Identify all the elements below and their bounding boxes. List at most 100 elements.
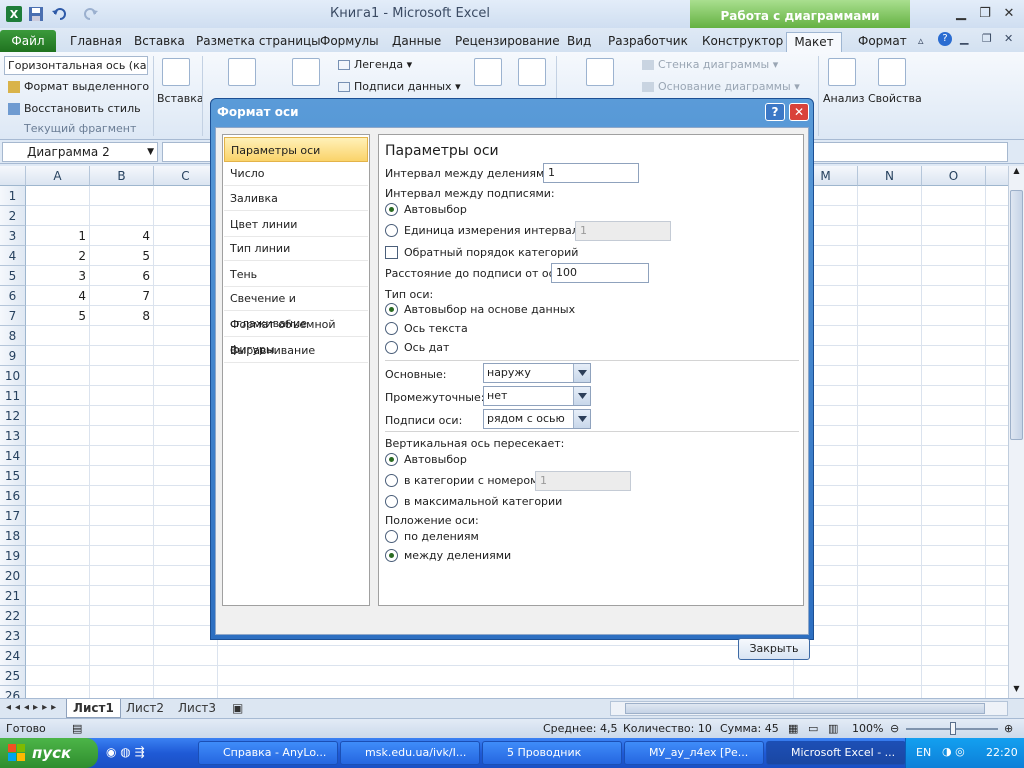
sheet-tab-1[interactable]: Лист1 xyxy=(66,699,121,718)
tab-page-layout[interactable]: Разметка страницы xyxy=(192,32,325,52)
page-break-view-icon[interactable]: ▥ xyxy=(828,722,838,735)
insert-sheet-icon[interactable]: ▣ xyxy=(226,699,249,718)
horizontal-scrollbar[interactable] xyxy=(610,701,1008,716)
position-on-ticks-radio[interactable] xyxy=(385,530,398,543)
analysis-icon[interactable] xyxy=(828,58,856,86)
axis-titles-icon[interactable] xyxy=(292,58,320,86)
row-header[interactable]: 7 xyxy=(0,306,26,326)
zoom-out-icon[interactable]: ⊖ xyxy=(890,722,899,735)
close-window-button[interactable]: ✕ xyxy=(998,4,1020,22)
cell[interactable]: 8 xyxy=(90,306,154,326)
row-header[interactable]: 21 xyxy=(0,586,26,606)
scroll-thumb[interactable] xyxy=(1010,190,1023,440)
row-header[interactable]: 23 xyxy=(0,626,26,646)
data-labels-button[interactable]: Подписи данных ▾ xyxy=(338,80,461,93)
cell[interactable]: 1 xyxy=(26,226,90,246)
label-unit-radio[interactable] xyxy=(385,224,398,237)
gridlines-icon[interactable] xyxy=(518,58,546,86)
row-header[interactable]: 5 xyxy=(0,266,26,286)
cell[interactable]: 7 xyxy=(90,286,154,306)
axis-type-auto-radio[interactable] xyxy=(385,303,398,316)
tab-view[interactable]: Вид xyxy=(563,32,595,52)
wb-close-icon[interactable]: ✕ xyxy=(1004,32,1013,45)
row-header[interactable]: 9 xyxy=(0,346,26,366)
tab-design[interactable]: Конструктор xyxy=(698,32,787,52)
quick-launch-icons[interactable]: ◉ ◍ ⇶ xyxy=(106,745,145,759)
sheet-tab-2[interactable]: Лист2 xyxy=(120,699,170,718)
select-all-corner[interactable] xyxy=(0,166,26,186)
sheet-tab-3[interactable]: Лист3 xyxy=(172,699,222,718)
tick-interval-input[interactable]: 1 xyxy=(543,163,639,183)
insert-label[interactable]: Вставка xyxy=(157,92,204,105)
properties-label[interactable]: Свойства xyxy=(868,92,922,105)
minimize-button[interactable]: ▁ xyxy=(950,4,972,22)
row-header[interactable]: 3 xyxy=(0,226,26,246)
tab-developer[interactable]: Разработчик xyxy=(604,32,692,52)
cross-auto-radio[interactable] xyxy=(385,453,398,466)
row-header[interactable]: 4 xyxy=(0,246,26,266)
format-selection-button[interactable]: Формат выделенного xyxy=(8,80,149,93)
properties-icon[interactable] xyxy=(878,58,906,86)
row-header[interactable]: 20 xyxy=(0,566,26,586)
reset-style-button[interactable]: Восстановить стиль xyxy=(8,102,141,115)
axis-type-text-radio[interactable] xyxy=(385,322,398,335)
category-axis-options[interactable]: Параметры оси xyxy=(224,137,368,162)
legend-button[interactable]: Легенда ▾ xyxy=(338,58,412,71)
task-item[interactable]: Справка - AnyLo... xyxy=(198,741,338,765)
row-header[interactable]: 1 xyxy=(0,186,26,206)
wb-restore-icon[interactable]: ❐ xyxy=(982,32,992,45)
row-header[interactable]: 14 xyxy=(0,446,26,466)
tab-formulas[interactable]: Формулы xyxy=(316,32,383,52)
chart-title-icon[interactable] xyxy=(228,58,256,86)
category-glow[interactable]: Свечение и сглаживание xyxy=(224,286,368,330)
close-button[interactable]: Закрыть xyxy=(738,638,810,660)
row-header[interactable]: 16 xyxy=(0,486,26,506)
row-header[interactable]: 22 xyxy=(0,606,26,626)
chart-wall-button[interactable]: Стенка диаграммы ▾ xyxy=(642,58,778,71)
position-between-radio[interactable] xyxy=(385,549,398,562)
major-tick-select[interactable]: наружу xyxy=(483,363,591,383)
cell[interactable]: 2 xyxy=(26,246,90,266)
tray-icons[interactable]: ◑ ◎ xyxy=(942,745,965,758)
analysis-label[interactable]: Анализ xyxy=(823,92,865,105)
name-box[interactable]: Диаграмма 2 ▼ xyxy=(2,142,158,162)
cross-max-radio[interactable] xyxy=(385,495,398,508)
column-header[interactable]: N xyxy=(858,166,922,186)
cell[interactable]: 6 xyxy=(90,266,154,286)
category-3d-format[interactable]: Формат объемной фигуры xyxy=(224,312,368,356)
scroll-down-icon[interactable]: ▼ xyxy=(1010,684,1023,698)
label-unit-input[interactable]: 1 xyxy=(575,221,671,241)
zoom-level[interactable]: 100% xyxy=(852,722,883,735)
cell[interactable]: 3 xyxy=(26,266,90,286)
row-header[interactable]: 18 xyxy=(0,526,26,546)
task-item[interactable]: 5 Проводник xyxy=(482,741,622,765)
category-alignment[interactable]: Выравнивание xyxy=(224,338,368,363)
scroll-up-icon[interactable]: ▲ xyxy=(1010,166,1023,180)
label-distance-input[interactable]: 100 xyxy=(551,263,649,283)
column-header[interactable]: B xyxy=(90,166,154,186)
chart-elements-combo[interactable]: Горизонтальная ось (ка xyxy=(4,56,148,75)
close-icon[interactable]: ✕ xyxy=(789,103,809,121)
reverse-order-checkbox[interactable] xyxy=(385,246,398,259)
axis-type-date-radio[interactable] xyxy=(385,341,398,354)
cell[interactable]: 5 xyxy=(90,246,154,266)
restore-button[interactable]: ❐ xyxy=(974,4,996,22)
row-header[interactable]: 6 xyxy=(0,286,26,306)
row-header[interactable]: 24 xyxy=(0,646,26,666)
plot-area-icon[interactable] xyxy=(586,58,614,86)
task-item[interactable]: МУ_ау_л4ex [Ре... xyxy=(624,741,764,765)
category-shadow[interactable]: Тень xyxy=(224,262,368,287)
tab-data[interactable]: Данные xyxy=(388,32,445,52)
task-item-active[interactable]: Microsoft Excel - ... xyxy=(766,741,906,765)
language-indicator[interactable]: EN xyxy=(916,746,931,759)
row-header[interactable]: 8 xyxy=(0,326,26,346)
column-header[interactable]: A xyxy=(26,166,90,186)
cell[interactable]: 4 xyxy=(90,226,154,246)
minimize-ribbon-icon[interactable]: ▵ xyxy=(918,34,924,47)
zoom-slider-thumb[interactable] xyxy=(950,722,956,735)
chart-floor-button[interactable]: Основание диаграммы ▾ xyxy=(642,80,800,93)
axis-labels-select[interactable]: рядом с осью xyxy=(483,409,591,429)
row-header[interactable]: 17 xyxy=(0,506,26,526)
category-line-style[interactable]: Тип линии xyxy=(224,236,368,261)
label-auto-radio[interactable] xyxy=(385,203,398,216)
